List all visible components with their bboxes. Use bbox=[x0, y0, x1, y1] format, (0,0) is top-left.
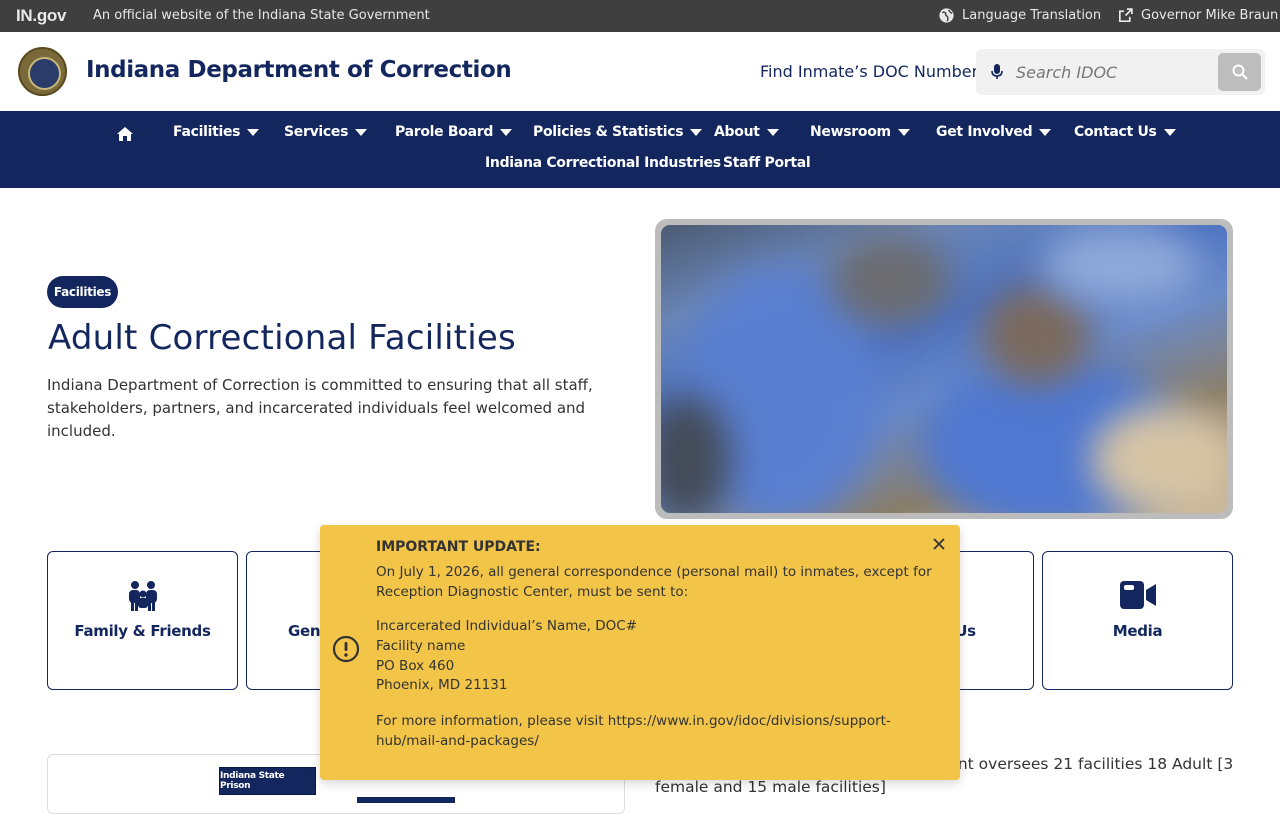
nav-item-parole-board[interactable]: Parole Board bbox=[395, 124, 513, 140]
globe-icon bbox=[939, 8, 954, 23]
nav-item-label: Get Involved bbox=[936, 124, 1033, 140]
hero-photo-content bbox=[661, 225, 1227, 513]
state-seal-logo[interactable] bbox=[18, 47, 67, 96]
governor-label: Governor Mike Braun bbox=[1141, 8, 1279, 23]
official-site-bar: IN.gov An official website of the Indian… bbox=[0, 0, 1280, 32]
search-box bbox=[976, 49, 1265, 95]
nav-item-policies-statistics[interactable]: Policies & Statistics bbox=[533, 124, 703, 140]
official-site-text: An official website of the Indiana State… bbox=[93, 8, 430, 23]
map-facility-label-partial[interactable] bbox=[357, 797, 455, 803]
nav-item-contact-us[interactable]: Contact Us bbox=[1074, 124, 1176, 140]
card-label: Family & Friends bbox=[74, 622, 211, 640]
important-update-alert: IMPORTANT UPDATE: On July 1, 2026, all g… bbox=[320, 525, 960, 780]
alert-more-info-link[interactable]: For more information, please visit https… bbox=[376, 712, 896, 751]
governor-link[interactable]: Governor Mike Braun bbox=[1117, 7, 1278, 24]
family-icon bbox=[128, 581, 157, 611]
chevron-down-icon bbox=[247, 128, 260, 136]
nav-item-newsroom[interactable]: Newsroom bbox=[810, 124, 910, 140]
nav-item-about[interactable]: About bbox=[714, 124, 779, 140]
language-translation-label: Language Translation bbox=[962, 8, 1102, 23]
page-title: Adult Correctional Facilities bbox=[48, 318, 516, 358]
alert-address-line-2: Facility name bbox=[376, 638, 466, 654]
chevron-down-icon bbox=[355, 128, 368, 136]
search-icon bbox=[1232, 64, 1248, 80]
chevron-down-icon bbox=[500, 128, 513, 136]
find-inmate-link[interactable]: Find Inmate’s DOC Number bbox=[760, 62, 978, 81]
microphone-icon[interactable] bbox=[990, 63, 1004, 81]
page-description: Indiana Department of Correction is comm… bbox=[47, 376, 593, 440]
chevron-down-icon bbox=[1163, 128, 1176, 136]
chevron-down-icon bbox=[766, 128, 779, 136]
chevron-down-icon bbox=[1039, 128, 1052, 136]
site-header: Indiana Department of Correction Find In… bbox=[0, 32, 1280, 111]
nav-item-services[interactable]: Services bbox=[284, 124, 368, 140]
chevron-down-icon bbox=[897, 128, 910, 136]
map-facility-label[interactable]: Indiana State Prison bbox=[219, 767, 316, 795]
alert-address-line-3: PO Box 460 bbox=[376, 658, 455, 674]
alert-message: On July 1, 2026, all general corresponde… bbox=[376, 564, 932, 600]
nav-item-indiana-correctional-industries[interactable]: Indiana Correctional Industries bbox=[485, 155, 721, 171]
nav-item-label: Parole Board bbox=[395, 124, 494, 140]
nav-item-label: About bbox=[714, 124, 760, 140]
main-navigation: Facilities Services Parole Board Policies &… bbox=[0, 111, 1280, 188]
card-media[interactable]: Media bbox=[1042, 551, 1233, 690]
nav-item-facilities[interactable]: Facilities bbox=[173, 124, 260, 140]
nav-item-get-involved[interactable]: Get Involved bbox=[936, 124, 1052, 140]
alert-address-line-1: Incarcerated Individual’s Name, DOC# bbox=[376, 618, 638, 634]
department-title[interactable]: Indiana Department of Correction bbox=[86, 57, 512, 83]
nav-item-staff-portal[interactable]: Staff Portal bbox=[723, 155, 811, 171]
in-gov-logo[interactable]: IN.gov bbox=[16, 6, 66, 26]
hero-image bbox=[655, 219, 1233, 519]
search-input[interactable] bbox=[1016, 59, 1206, 85]
alert-address-line-4: Phoenix, MD 21131 bbox=[376, 677, 508, 693]
video-camera-icon bbox=[1119, 581, 1156, 609]
search-button[interactable] bbox=[1218, 53, 1261, 91]
nav-item-label: Newsroom bbox=[810, 124, 891, 140]
home-icon[interactable] bbox=[116, 126, 134, 142]
card-label: Media bbox=[1112, 622, 1163, 640]
card-family-friends[interactable]: Family & Friends bbox=[47, 551, 238, 690]
alert-heading: IMPORTANT UPDATE: bbox=[376, 539, 541, 555]
chevron-down-icon bbox=[690, 128, 703, 136]
nav-item-label: Policies & Statistics bbox=[533, 124, 684, 140]
nav-item-label: Facilities bbox=[173, 124, 241, 140]
nav-item-label: Contact Us bbox=[1074, 124, 1157, 140]
external-link-icon bbox=[1118, 8, 1133, 23]
language-translation-link[interactable]: Language Translation bbox=[938, 7, 1101, 24]
close-icon[interactable] bbox=[932, 537, 946, 551]
warning-icon bbox=[332, 635, 360, 663]
nav-item-label: Services bbox=[284, 124, 349, 140]
category-pill[interactable]: Facilities bbox=[47, 276, 118, 308]
